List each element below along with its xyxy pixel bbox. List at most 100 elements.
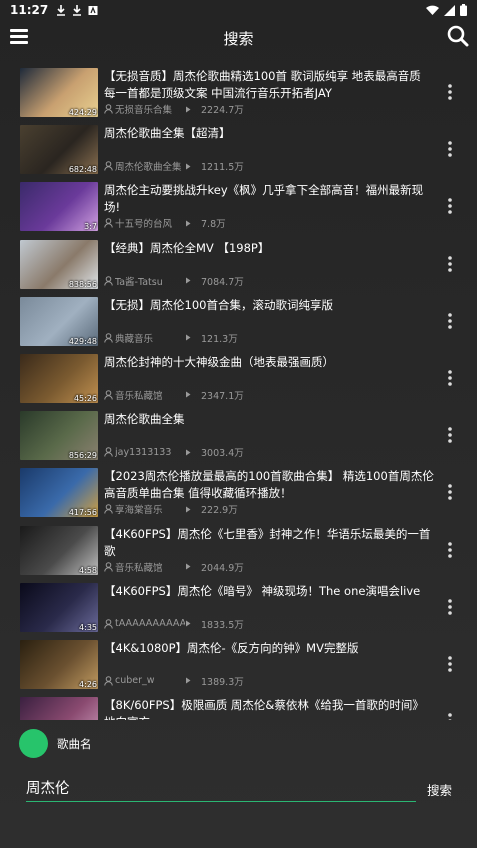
- video-meta: 音乐私藏馆 2044.9万: [104, 560, 424, 574]
- more-options-icon[interactable]: [447, 140, 453, 158]
- search-input[interactable]: [26, 776, 416, 802]
- video-title: 【4K60FPS】周杰伦《暗号》 神级现场！The one演唱会live: [104, 583, 421, 598]
- play-count-icon: [186, 334, 191, 341]
- result-item[interactable]: 424:29 【无损音质】周杰伦歌曲精选100首 歌词版纯享 地表最高音质 每一首…: [0, 64, 477, 121]
- uploader-name: 无损音乐合集: [115, 105, 173, 116]
- player-album-art[interactable]: [19, 729, 48, 758]
- result-item[interactable]: 【8K/60FPS】极限画质 周杰伦&蔡依林《给我一首歌的时间》地向官方…: [0, 693, 477, 720]
- video-meta: 享海棠音乐 222.9万: [104, 502, 424, 516]
- video-duration: 856:29: [68, 451, 97, 461]
- status-bar: 11:27: [0, 0, 477, 20]
- video-meta: 无损音乐合集 2224.7万: [104, 102, 424, 116]
- user-icon: [104, 618, 113, 629]
- page-title: 搜索: [223, 29, 254, 48]
- video-thumbnail[interactable]: 682:48: [20, 125, 98, 175]
- uploader-name: tAAAAAAAAAAo: [115, 618, 185, 630]
- video-thumbnail[interactable]: 4:58: [20, 525, 98, 575]
- user-icon: [104, 104, 113, 114]
- uploader-name: 享海棠音乐: [115, 505, 163, 517]
- video-duration: 4:35: [79, 622, 97, 632]
- mini-player[interactable]: 歌曲名: [0, 722, 477, 766]
- video-duration: 3:7: [84, 222, 97, 232]
- more-options-icon[interactable]: [447, 83, 453, 101]
- user-icon: [104, 161, 113, 171]
- video-meta: tAAAAAAAAAAo 1833.5万: [104, 617, 424, 631]
- video-thumbnail[interactable]: 424:29: [20, 68, 98, 117]
- result-item[interactable]: 3:7 周杰伦主动要挑战升key《枫》几乎拿下全部高音！福州最新现场! 十五号的台风…: [0, 178, 477, 235]
- menu-icon[interactable]: [9, 26, 29, 46]
- video-thumbnail[interactable]: [20, 697, 98, 720]
- result-item[interactable]: 4:26 【4K&1080P】周杰伦-《反方向的钟》MV完整版 cuber_w 138…: [0, 636, 477, 693]
- search-results-list[interactable]: 424:29 【无损音质】周杰伦歌曲精选100首 歌词版纯享 地表最高音质 每一首…: [0, 64, 477, 720]
- user-icon: [104, 332, 113, 343]
- result-item[interactable]: 417:56 【2023周杰伦播放量最高的100首歌曲合集】 精选100首周杰伦高…: [0, 464, 477, 521]
- user-icon: [104, 676, 113, 686]
- video-title: 【4K&1080P】周杰伦-《反方向的钟》MV完整版: [104, 640, 359, 655]
- view-count: 2347.1万: [201, 390, 244, 402]
- video-meta: Ta酱-Tatsu 7084.7万: [104, 274, 424, 288]
- video-thumbnail[interactable]: 4:26: [20, 639, 98, 689]
- user-icon: [104, 504, 113, 514]
- user-icon: [104, 275, 113, 286]
- result-item[interactable]: 4:35 【4K60FPS】周杰伦《暗号》 神级现场！The one演唱会live…: [0, 579, 477, 636]
- result-item[interactable]: 838:56 【经典】周杰伦全MV 【198P】 Ta酱-Tatsu 7084.7万: [0, 236, 477, 293]
- video-meta: 音乐私藏馆 2347.1万: [104, 388, 424, 402]
- video-thumbnail[interactable]: 45:26: [20, 353, 98, 403]
- more-options-icon[interactable]: [447, 598, 453, 616]
- play-count-icon: [186, 277, 191, 284]
- more-options-icon[interactable]: [447, 197, 453, 215]
- result-item[interactable]: 4:58 【4K60FPS】周杰伦《七里香》封神之作！华语乐坛最美的一首歌 音乐私藏…: [0, 522, 477, 579]
- play-count-icon: [186, 620, 191, 627]
- video-duration: 429:48: [68, 336, 97, 346]
- video-title: 【无损音质】周杰伦歌曲精选100首 歌词版纯享 地表最高音质 每一首都是顶级文案…: [104, 69, 421, 100]
- more-options-icon[interactable]: [447, 369, 453, 387]
- view-count: 1833.5万: [201, 619, 244, 631]
- play-count-icon: [186, 391, 191, 398]
- more-options-icon[interactable]: [447, 255, 453, 273]
- uploader-name: 十五号的台风: [115, 219, 173, 231]
- video-duration: 682:48: [68, 165, 97, 175]
- battery-icon: [460, 4, 467, 16]
- video-thumbnail[interactable]: 838:56: [20, 239, 98, 289]
- result-item[interactable]: 856:29 周杰伦歌曲全集 jay1313133 3003.4万: [0, 407, 477, 464]
- search-icon[interactable]: [447, 25, 469, 47]
- video-thumbnail[interactable]: 856:29: [20, 411, 98, 461]
- video-duration: 4:58: [79, 565, 97, 575]
- user-icon: [104, 390, 113, 400]
- video-duration: 417:56: [68, 508, 97, 518]
- status-time: 11:27: [10, 3, 49, 17]
- more-options-icon[interactable]: [447, 541, 453, 559]
- uploader-name: jay1313133: [115, 446, 172, 458]
- video-title: 【8K/60FPS】极限画质 周杰伦&蔡依林《给我一首歌的时间》地向官方…: [104, 698, 424, 720]
- video-thumbnail[interactable]: 3:7: [20, 182, 98, 232]
- video-meta: cuber_w 1389.3万: [104, 674, 424, 688]
- play-count-icon: [186, 506, 191, 513]
- search-row: 搜索: [0, 770, 477, 810]
- more-options-icon[interactable]: [447, 712, 453, 720]
- video-meta: 十五号的台风 7.8万: [104, 216, 424, 230]
- view-count: 3003.4万: [201, 448, 244, 460]
- result-item[interactable]: 429:48 【无损】周杰伦100首合集，滚动歌词纯享版 典藏音乐 121.3万: [0, 293, 477, 350]
- user-icon: [104, 447, 113, 457]
- user-icon: [104, 218, 113, 228]
- more-options-icon[interactable]: [447, 426, 453, 444]
- video-duration: 838:56: [68, 279, 97, 289]
- play-count-icon: [186, 106, 191, 112]
- more-options-icon[interactable]: [447, 483, 453, 501]
- result-item[interactable]: 682:48 周杰伦歌曲全集【超清】 周杰伦歌曲全集 1211.5万: [0, 121, 477, 178]
- user-icon: [104, 561, 113, 572]
- view-count: 7.8万: [201, 219, 226, 231]
- video-thumbnail[interactable]: 4:35: [20, 582, 98, 632]
- search-submit-button[interactable]: 搜索: [427, 780, 452, 799]
- result-item[interactable]: 45:26 周杰伦封神的十大神级金曲（地表最强画质） 音乐私藏馆 2347.1万: [0, 350, 477, 407]
- view-count: 1389.3万: [201, 676, 244, 688]
- view-count: 2224.7万: [201, 105, 244, 116]
- view-count: 7084.7万: [201, 276, 244, 288]
- more-options-icon[interactable]: [447, 312, 453, 330]
- more-options-icon[interactable]: [447, 655, 453, 673]
- uploader-name: 音乐私藏馆: [115, 390, 163, 402]
- video-thumbnail[interactable]: 417:56: [20, 468, 98, 518]
- cellular-icon: [444, 4, 455, 16]
- video-thumbnail[interactable]: 429:48: [20, 296, 98, 346]
- video-title: 周杰伦主动要挑战升key《枫》几乎拿下全部高音！福州最新现场!: [104, 183, 424, 215]
